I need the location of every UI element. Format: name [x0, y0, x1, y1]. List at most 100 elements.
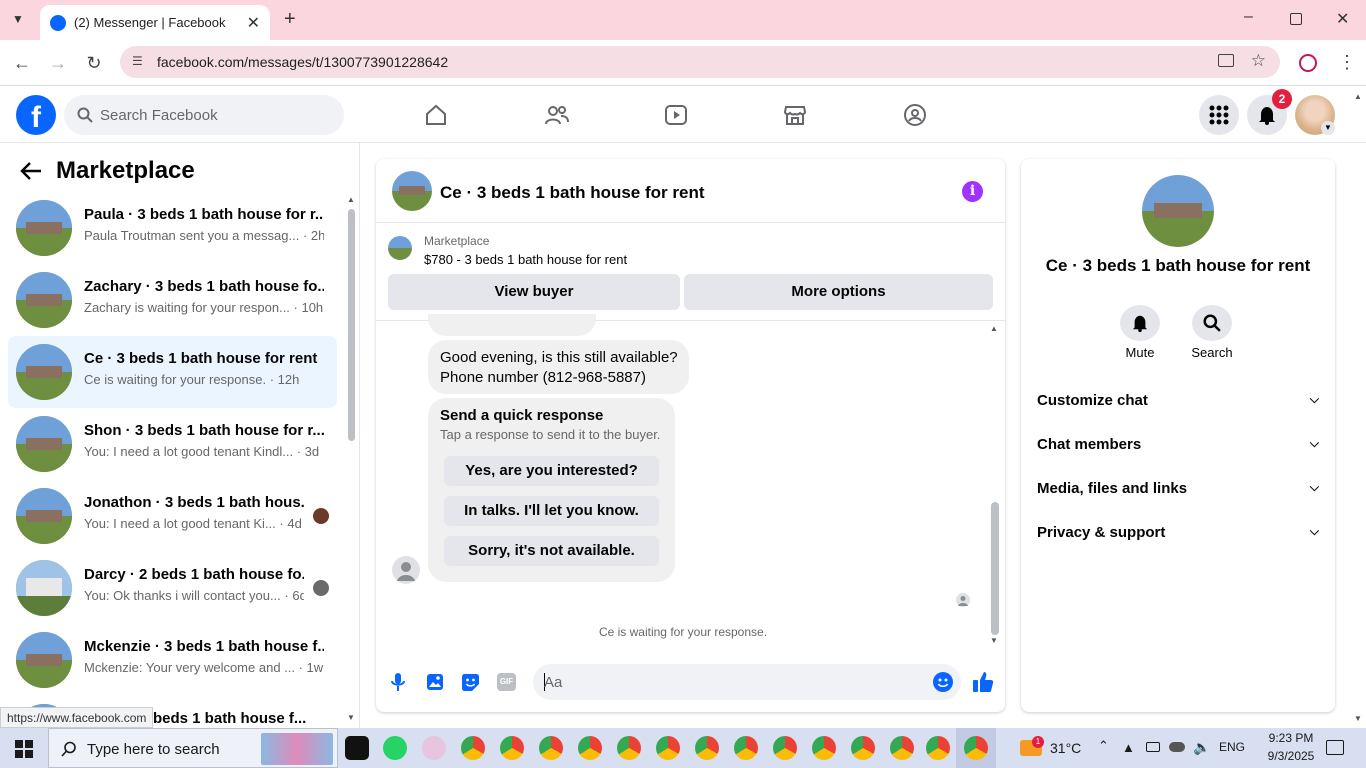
volume-icon[interactable]: 🔈: [1193, 739, 1210, 756]
forward-arrow-icon[interactable]: →: [47, 52, 69, 74]
chrome-app-icon[interactable]: [890, 736, 914, 760]
sidebar-scrollbar[interactable]: [348, 209, 355, 441]
conversation-preview: You: I need a lot good tenant Ki... · 4d: [84, 516, 302, 531]
profile-icon[interactable]: [1299, 54, 1317, 72]
address-bar[interactable]: ☰ facebook.com/messages/t/13007739012286…: [120, 46, 1280, 78]
chat-title[interactable]: Ce · 3 beds 1 bath house for rent: [440, 183, 705, 203]
groups-icon[interactable]: [903, 103, 927, 127]
mute-button[interactable]: [1120, 305, 1160, 341]
clock-time[interactable]: 9:23 PM: [1262, 731, 1320, 745]
chat-scrollbar[interactable]: [991, 502, 999, 635]
friends-icon[interactable]: [544, 103, 570, 127]
conversation-name: Darcy · 2 beds 1 bath house fo...: [84, 566, 304, 583]
chevron-down-icon: ⌵: [1309, 524, 1319, 538]
taskbar-search-box[interactable]: Type here to search: [48, 728, 338, 768]
info-icon[interactable]: i: [962, 181, 983, 202]
video-icon[interactable]: [664, 103, 688, 127]
privacy-support-section[interactable]: Privacy & support ⌵: [1037, 524, 1319, 541]
tray-chevron-up-icon[interactable]: ⌃: [1098, 738, 1109, 754]
page-scroll-up-arrow-icon[interactable]: ▲: [1354, 92, 1362, 101]
battery-icon[interactable]: [1146, 742, 1160, 752]
chrome-app-icon[interactable]: [812, 736, 836, 760]
scroll-down-arrow-icon[interactable]: ▼: [990, 636, 998, 645]
waiting-notice: Ce is waiting for your response.: [598, 625, 768, 639]
clock-date[interactable]: 9/3/2025: [1262, 749, 1320, 763]
scroll-down-arrow-icon[interactable]: ▼: [347, 713, 355, 722]
scroll-up-arrow-icon[interactable]: ▲: [990, 324, 998, 333]
browser-tab[interactable]: (2) Messenger | Facebook ✕: [40, 5, 270, 40]
chrome-app-icon[interactable]: [695, 736, 719, 760]
account-chevron-icon[interactable]: ▼: [1321, 121, 1335, 135]
bookmark-star-icon[interactable]: ☆: [1251, 51, 1266, 71]
chrome-app-icon[interactable]: [500, 736, 524, 760]
gif-button[interactable]: GIF: [497, 673, 516, 691]
page-scroll-down-arrow-icon[interactable]: ▼: [1354, 714, 1362, 723]
paint-app-icon[interactable]: [422, 736, 446, 760]
sidebar-title: Marketplace: [56, 157, 195, 184]
emoji-icon[interactable]: [933, 672, 953, 692]
message-bubble[interactable]: Good evening, is this still available? P…: [428, 340, 689, 394]
conversation-preview: Zachary is waiting for your respon... · …: [84, 300, 324, 315]
new-tab-plus-icon[interactable]: +: [284, 8, 296, 31]
reload-icon[interactable]: ↻: [83, 52, 105, 74]
microphone-icon[interactable]: [390, 672, 406, 692]
conversation-item-active[interactable]: Ce · 3 beds 1 bath house for rent Ce is …: [8, 336, 337, 408]
chrome-app-icon[interactable]: [851, 736, 875, 760]
chrome-app-icon[interactable]: [926, 736, 950, 760]
conversation-item[interactable]: Darcy · 2 beds 1 bath house fo... You: O…: [8, 552, 337, 624]
whatsapp-app-icon[interactable]: [383, 736, 407, 760]
media-files-links-section[interactable]: Media, files and links ⌵: [1037, 480, 1319, 497]
view-buyer-button[interactable]: View buyer: [388, 274, 680, 310]
photo-icon[interactable]: [426, 673, 444, 691]
temperature[interactable]: 31°C: [1050, 740, 1081, 756]
chrome-app-icon[interactable]: [578, 736, 602, 760]
windows-start-icon[interactable]: [15, 740, 33, 758]
chrome-app-icon[interactable]: [539, 736, 563, 760]
site-info-icon[interactable]: ☰: [132, 54, 143, 68]
like-thumb-icon[interactable]: [972, 671, 994, 693]
search-conversation-button[interactable]: [1192, 305, 1232, 341]
browser-menu-icon[interactable]: ⋮: [1338, 51, 1356, 73]
scroll-up-arrow-icon[interactable]: ▲: [347, 195, 355, 204]
listing-title[interactable]: $780 - 3 beds 1 bath house for rent: [424, 252, 627, 267]
conversation-item[interactable]: Jonathon · 3 beds 1 bath hous... You: I …: [8, 480, 337, 552]
conversation-item[interactable]: Zachary · 3 beds 1 bath house fo... Zach…: [8, 264, 337, 336]
onedrive-cloud-icon[interactable]: [1169, 742, 1185, 752]
more-options-button[interactable]: More options: [684, 274, 993, 310]
language-indicator[interactable]: ENG: [1219, 740, 1245, 754]
chat-avatar[interactable]: [392, 171, 432, 211]
back-arrow-icon[interactable]: ←: [11, 52, 33, 74]
tab-list-chevron-icon[interactable]: ▼: [12, 12, 24, 26]
chrome-app-icon[interactable]: [461, 736, 485, 760]
tiktok-app-icon[interactable]: [345, 736, 369, 760]
restore-icon[interactable]: [1290, 13, 1302, 25]
quick-response-button[interactable]: In talks. I'll let you know.: [444, 496, 659, 526]
quick-response-button[interactable]: Yes, are you interested?: [444, 456, 659, 486]
menu-grid-button[interactable]: [1199, 95, 1239, 135]
close-window-icon[interactable]: ✕: [1336, 9, 1349, 29]
quick-response-subtitle: Tap a response to send it to the buyer.: [440, 427, 661, 442]
chat-members-section[interactable]: Chat members ⌵: [1037, 436, 1319, 453]
facebook-search-input[interactable]: Search Facebook: [64, 95, 344, 135]
customize-chat-section[interactable]: Customize chat ⌵: [1037, 392, 1319, 409]
facebook-logo-icon[interactable]: f: [16, 95, 56, 135]
network-icon[interactable]: ▲: [1122, 740, 1135, 755]
sticker-icon[interactable]: [461, 673, 480, 692]
chrome-app-icon[interactable]: [656, 736, 680, 760]
quick-response-button[interactable]: Sorry, it's not available.: [444, 536, 659, 566]
conversation-item[interactable]: Mckenzie · 3 beds 1 bath house f... Mcke…: [8, 624, 337, 696]
tab-close-icon[interactable]: ✕: [247, 13, 260, 33]
marketplace-icon[interactable]: [783, 103, 807, 127]
chrome-app-icon[interactable]: [773, 736, 797, 760]
home-icon[interactable]: [424, 103, 448, 127]
chrome-app-icon-active[interactable]: [964, 736, 988, 760]
conversation-item[interactable]: Shon · 3 beds 1 bath house for r... You:…: [8, 408, 337, 480]
conversation-item[interactable]: Paula · 3 beds 1 bath house for r... Pau…: [8, 192, 337, 264]
chrome-app-icon[interactable]: [734, 736, 758, 760]
message-input[interactable]: Aa: [533, 664, 961, 700]
install-app-icon[interactable]: [1218, 54, 1234, 67]
back-arrow-icon[interactable]: [20, 161, 42, 181]
minimize-icon[interactable]: –: [1244, 8, 1253, 26]
notification-center-icon[interactable]: [1326, 740, 1344, 755]
chrome-app-icon[interactable]: [617, 736, 641, 760]
